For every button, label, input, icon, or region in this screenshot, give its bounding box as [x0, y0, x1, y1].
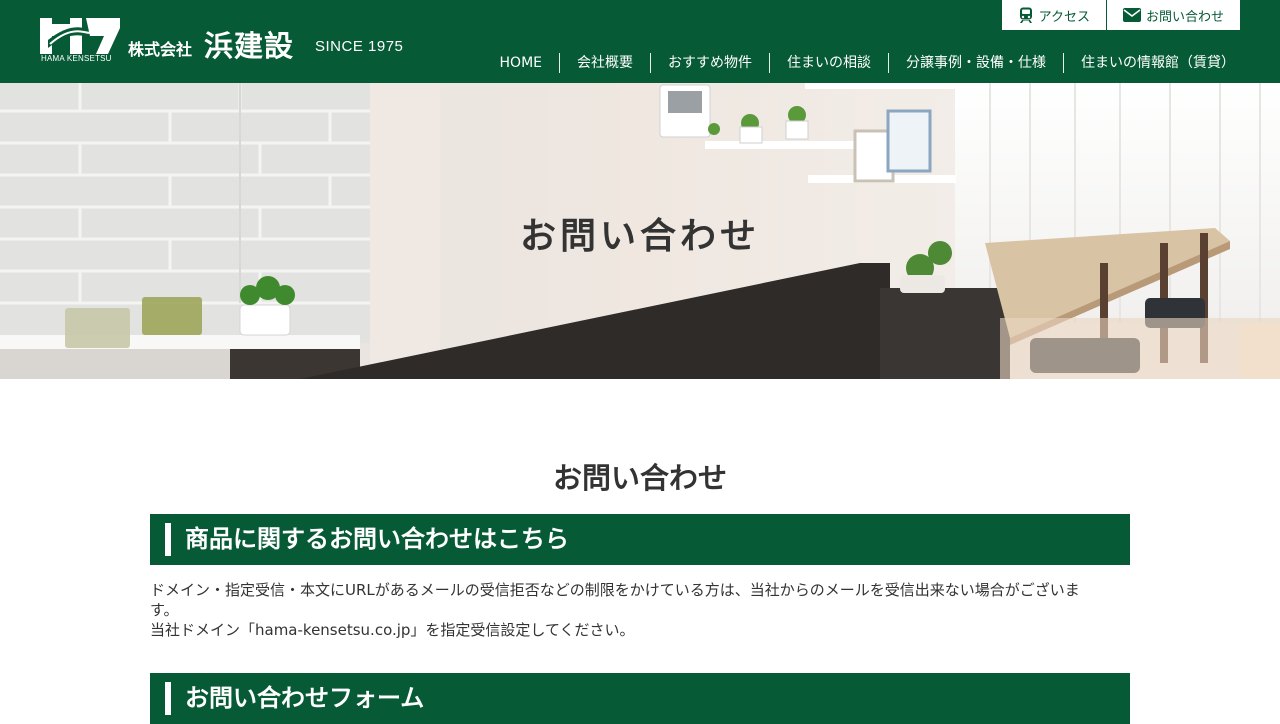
site-header: HAMA KENSETSU 株式会社 浜建設 SINCE 1975 アクセス お… — [0, 0, 1280, 83]
global-nav: HOME 会社概要 おすすめ物件 住まいの相談 分譲事例・設備・仕様 住まいの情… — [483, 53, 1252, 73]
access-label: アクセス — [1038, 9, 1090, 25]
nav-item-home[interactable]: HOME — [483, 53, 559, 73]
notice-line: ドメイン・指定受信・本文にURLがあるメールの受信拒否などの制限をかけている方は… — [150, 581, 1080, 599]
contact-link[interactable]: お問い合わせ — [1105, 0, 1240, 30]
logo-subtitle: HAMA KENSETSU — [41, 54, 112, 63]
logo-company-name: 浜建設 — [204, 29, 295, 63]
logo-company-prefix: 株式会社 — [128, 40, 193, 59]
heading-accent-bar — [165, 523, 171, 556]
section-heading-text: 商品に関するお問い合わせはこちら — [185, 525, 569, 553]
section-heading-product-inquiry: 商品に関するお問い合わせはこちら — [150, 514, 1130, 565]
notice-line: す。 — [150, 601, 179, 619]
envelope-icon — [1122, 8, 1141, 22]
section-heading-text: お問い合わせフォーム — [185, 684, 425, 712]
notice-line: 当社ドメイン「hama-kensetsu.co.jp」を指定受信設定してください… — [150, 621, 635, 639]
logo-mark-icon — [40, 18, 120, 54]
train-icon — [1019, 7, 1032, 23]
hero-banner: お問い合わせ — [0, 83, 1280, 379]
nav-item-consultation[interactable]: 住まいの相談 — [769, 53, 888, 73]
access-link[interactable]: アクセス — [1002, 0, 1106, 30]
site-logo-link[interactable]: HAMA KENSETSU 株式会社 浜建設 SINCE 1975 — [40, 18, 410, 66]
page-title: お問い合わせ — [552, 461, 727, 495]
nav-item-cases[interactable]: 分譲事例・設備・仕様 — [888, 53, 1063, 73]
contact-label: お問い合わせ — [1145, 9, 1224, 25]
hero-title: お問い合わせ — [519, 216, 760, 257]
nav-item-rental[interactable]: 住まいの情報館（賃貸） — [1063, 53, 1252, 73]
nav-item-properties[interactable]: おすすめ物件 — [650, 53, 769, 73]
email-notice: ドメイン・指定受信・本文にURLがあるメールの受信拒否などの制限をかけている方は… — [150, 580, 1130, 640]
section-heading-contact-form: お問い合わせフォーム — [150, 673, 1130, 724]
logo-since: SINCE 1975 — [315, 38, 404, 55]
heading-accent-bar — [165, 682, 171, 715]
utility-links: アクセス お問い合わせ — [1001, 0, 1240, 30]
nav-item-company[interactable]: 会社概要 — [559, 53, 650, 73]
